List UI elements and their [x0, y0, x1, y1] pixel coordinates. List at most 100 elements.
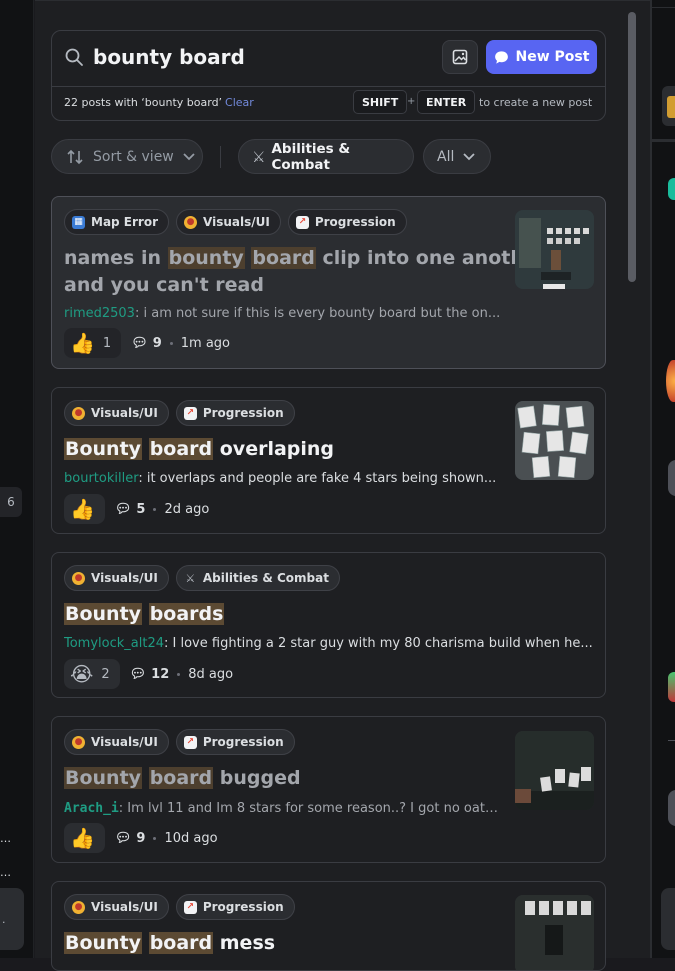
sidebar-panel[interactable]: . [0, 888, 24, 950]
thumbs-up-icon: 👍 [70, 331, 95, 355]
new-post-hint: to create a new post [479, 96, 593, 109]
tag-label: Progression [202, 735, 284, 749]
new-post-button[interactable]: New Post [486, 40, 597, 74]
tag-visuals-ui[interactable]: ● Visuals/UI [64, 894, 169, 920]
tag-visuals-ui[interactable]: ● Visuals/UI [176, 209, 281, 235]
thumbs-up-icon: 👍 [70, 826, 95, 850]
compass-icon: ● [184, 215, 198, 229]
separator-dot [177, 672, 181, 676]
member-avatar[interactable] [668, 672, 675, 702]
post-author[interactable]: rimed2503 [64, 306, 135, 321]
sort-icon [67, 149, 83, 164]
post-author[interactable]: Arach_i [64, 801, 119, 816]
sidebar-ellipsis: … [0, 866, 11, 879]
post-thumbnail[interactable] [515, 401, 594, 480]
chat-bubble-icon [494, 50, 508, 64]
tag-filter-label: Abilities & Combat [271, 140, 351, 173]
tag-map-error[interactable]: ▦ Map Error [64, 209, 170, 235]
divider [52, 86, 605, 87]
tag-label: Visuals/UI [91, 406, 158, 420]
search-input[interactable] [93, 44, 423, 70]
divider [650, 139, 675, 142]
post-author[interactable]: Tomylock_alt24 [64, 636, 164, 651]
post-time: 2d ago [164, 501, 210, 517]
comment-count: 💬︎ 9 [131, 335, 162, 351]
sidebar-ellipsis: … [0, 832, 11, 845]
chat-bubble-icon: 💬︎ [114, 501, 132, 517]
tag-progression[interactable]: ↗ Progression [175, 400, 295, 426]
divider [668, 740, 675, 741]
post-time: 8d ago [188, 666, 234, 682]
post-title: Bounty board bugged [64, 767, 301, 789]
post-author[interactable]: bourtokiller [64, 471, 138, 486]
compass-icon: ● [72, 406, 85, 420]
tag-progression[interactable]: ↗ Progression [175, 894, 295, 920]
member-avatar[interactable] [666, 360, 675, 402]
unread-badge[interactable]: 6 [0, 487, 22, 517]
sort-view-dropdown[interactable]: Sort & view [51, 139, 203, 174]
post-title-line2: and you can't read [64, 274, 264, 296]
post-thumbnail[interactable] [515, 731, 594, 810]
media-button[interactable] [442, 40, 478, 74]
comment-count: 💬︎ 9 [114, 830, 146, 846]
clear-link[interactable]: Clear [225, 96, 254, 109]
reaction-count: 1 [102, 335, 112, 351]
tag-label: Progression [202, 406, 284, 420]
tag-abilities-combat[interactable]: ⚔ Abilities & Combat [175, 565, 340, 591]
post-title: Bounty boards [64, 603, 225, 625]
chart-up-icon: ↗ [295, 215, 309, 229]
reaction-button[interactable]: 👍 1 [64, 328, 122, 358]
post-meta: 👍 1 💬︎ 9 1m ago [64, 328, 230, 358]
tag-filter-abilities-combat[interactable]: ⚔ Abilities & Combat [238, 139, 414, 174]
post-card[interactable]: ● Visuals/UI ↗ Progression Bounty board ov… [51, 387, 606, 534]
tag-label: Visuals/UI [91, 735, 158, 749]
chat-bubble-icon: 💬︎ [114, 830, 132, 846]
thumbnail-image [515, 895, 594, 970]
member-avatar[interactable] [668, 790, 675, 826]
post-time: 1m ago [180, 335, 230, 351]
post-card[interactable]: ▦ Map Error ● Visuals/UI ↗ Progression name… [51, 196, 606, 369]
member-avatar[interactable] [668, 460, 675, 496]
post-snippet: bourtokiller: it overlaps and people are… [64, 471, 497, 486]
chevron-down-icon [183, 152, 195, 160]
comment-count: 💬︎ 12 [129, 666, 170, 682]
post-meta: 👍 💬︎ 5 2d ago [64, 494, 209, 524]
tag-label: Visuals/UI [203, 215, 270, 229]
post-title: Bounty board overlaping [64, 438, 335, 460]
kbd-shift: SHIFT [353, 90, 408, 114]
scrollbar-thumb[interactable] [628, 12, 636, 282]
side-tab-indicator [667, 96, 675, 118]
tag-visuals-ui[interactable]: ● Visuals/UI [64, 565, 169, 591]
post-card[interactable]: ● Visuals/UI ↗ Progression Bounty board bu… [51, 716, 606, 863]
thumbs-up-icon: 👍 [70, 497, 95, 521]
reaction-button[interactable]: 👍 [64, 823, 105, 853]
chart-up-icon: ↗ [183, 735, 197, 749]
tag-progression[interactable]: ↗ Progression [175, 729, 295, 755]
compass-icon: ● [72, 900, 85, 914]
compass-icon: ● [72, 571, 85, 585]
separator-dot [153, 836, 157, 840]
post-thumbnail[interactable] [515, 210, 594, 289]
comment-count: 💬︎ 5 [114, 501, 146, 517]
all-filter-dropdown[interactable]: All [423, 139, 491, 174]
chart-up-icon: ↗ [183, 406, 197, 420]
new-post-label: New Post [515, 49, 590, 65]
post-snippet: Arach_i: Im lvl 11 and Im 8 stars for so… [64, 801, 502, 816]
post-card[interactable]: ● Visuals/UI ⚔ Abilities & Combat Bounty b… [51, 552, 606, 698]
chat-bubble-icon: 💬︎ [129, 666, 147, 682]
crying-face-icon: 😭 [70, 662, 94, 686]
post-thumbnail[interactable] [515, 895, 594, 970]
tag-progression[interactable]: ↗ Progression [287, 209, 407, 235]
crossed-swords-icon: ⚔ [252, 147, 266, 166]
chart-up-icon: ↗ [183, 900, 197, 914]
post-snippet: rimed2503: i am not sure if this is ever… [64, 306, 501, 321]
kbd-enter: ENTER [417, 90, 476, 114]
post-title: names in bounty board clip into one anot… [64, 247, 547, 269]
reaction-button[interactable]: 👍 [64, 494, 105, 524]
tag-visuals-ui[interactable]: ● Visuals/UI [64, 400, 169, 426]
tag-visuals-ui[interactable]: ● Visuals/UI [64, 729, 169, 755]
reaction-button[interactable]: 😭 2 [64, 659, 120, 689]
member-avatar[interactable] [668, 178, 675, 200]
side-panel[interactable] [661, 888, 675, 950]
tag-label: Visuals/UI [91, 571, 158, 585]
